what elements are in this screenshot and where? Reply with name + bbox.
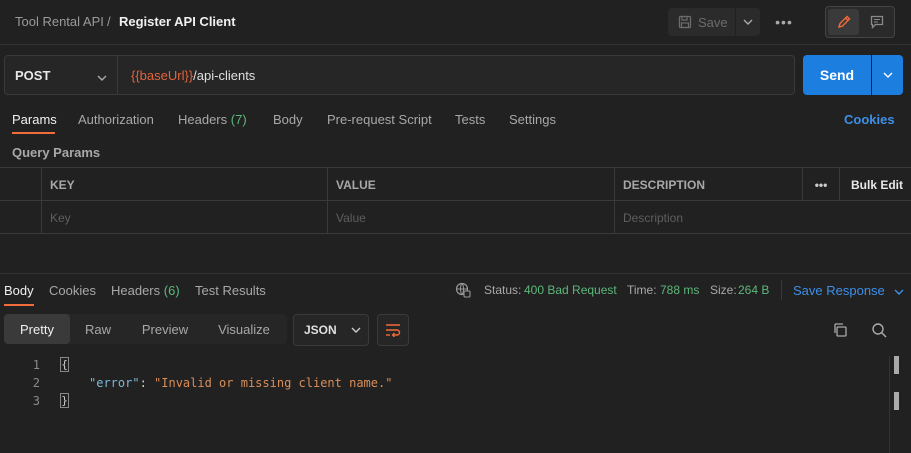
value-input[interactable]: Value <box>327 201 614 234</box>
table-row: Key Value Description <box>0 201 911 234</box>
tab-headers[interactable]: Headers (7) <box>178 112 247 127</box>
json-colon: : <box>139 376 155 390</box>
active-tab-indicator <box>12 132 55 134</box>
url-path: /api-clients <box>193 67 256 83</box>
save-icon <box>678 15 692 29</box>
line-number: 2 <box>32 376 40 390</box>
tab-test-results[interactable]: Test Results <box>195 283 266 298</box>
code-line: "error": "Invalid or missing client name… <box>89 376 392 390</box>
wrap-lines-icon <box>386 324 401 337</box>
method-value: POST <box>15 67 51 83</box>
line-number: 1 <box>32 358 40 372</box>
save-response-button[interactable]: Save Response <box>793 283 904 298</box>
wrap-lines-button[interactable] <box>377 314 409 346</box>
chevron-down-icon <box>97 69 107 84</box>
chevron-down-icon <box>894 289 904 295</box>
status-value[interactable]: 400 Bad Request <box>524 283 617 297</box>
url-input[interactable]: {{baseUrl}}/api-clients <box>118 55 795 95</box>
request-tabs: Params Authorization Headers (7) Body Pr… <box>0 105 911 135</box>
body-view-tabs: Pretty Raw Preview Visualize <box>4 314 287 344</box>
checkbox-column-header <box>0 168 41 201</box>
json-value: "Invalid or missing client name." <box>154 376 393 390</box>
size-label: Size: <box>710 283 737 297</box>
response-headers-count: (6) <box>163 283 180 298</box>
key-input[interactable]: Key <box>41 201 327 234</box>
status-label: Status: <box>484 283 522 297</box>
send-options-button[interactable] <box>872 55 903 95</box>
view-preview[interactable]: Preview <box>130 314 200 344</box>
view-visualize[interactable]: Visualize <box>204 314 284 344</box>
language-value: JSON <box>304 323 337 337</box>
breadcrumb-collection[interactable]: Tool Rental API <box>15 14 104 29</box>
cookies-link[interactable]: Cookies <box>844 112 895 127</box>
pencil-icon <box>837 15 850 29</box>
save-response-label: Save Response <box>793 283 885 298</box>
save-label: Save <box>698 14 728 30</box>
url-variable: {{baseUrl}} <box>131 67 194 83</box>
tab-authorization[interactable]: Authorization <box>78 112 154 127</box>
view-pretty[interactable]: Pretty <box>4 314 70 344</box>
chevron-down-icon <box>883 72 892 78</box>
chevron-down-icon <box>743 19 753 25</box>
tab-response-headers[interactable]: Headers (6) <box>111 283 180 298</box>
network-icon[interactable] <box>455 282 471 301</box>
time-label: Time: <box>627 283 657 297</box>
more-actions-button[interactable]: ••• <box>770 8 798 36</box>
view-raw[interactable]: Raw <box>72 314 124 344</box>
chevron-down-icon <box>351 327 361 333</box>
line-number: 3 <box>32 394 40 408</box>
json-key: "error" <box>89 376 140 390</box>
brace-open: { <box>60 357 69 372</box>
edit-mode-button[interactable] <box>828 9 859 35</box>
tab-response-body[interactable]: Body <box>4 283 34 298</box>
request-title[interactable]: Register API Client <box>119 14 236 29</box>
brace-close: } <box>60 393 69 408</box>
save-button[interactable]: Save <box>668 8 735 36</box>
send-button[interactable]: Send <box>803 55 871 95</box>
request-header: Tool Rental API / Register API Client Sa… <box>0 0 911 45</box>
language-select[interactable]: JSON <box>293 314 369 346</box>
row-checkbox-cell <box>0 201 41 234</box>
tab-response-cookies[interactable]: Cookies <box>49 283 96 298</box>
search-button[interactable] <box>869 320 889 340</box>
response-body-editor[interactable]: 1 { 2 "error": "Invalid or missing clien… <box>0 356 911 453</box>
column-value: VALUE <box>327 168 614 201</box>
comment-icon <box>870 15 883 29</box>
time-value[interactable]: 788 ms <box>660 283 699 297</box>
copy-button[interactable] <box>830 320 850 340</box>
query-params-title: Query Params <box>12 145 101 160</box>
column-description: DESCRIPTION <box>614 168 802 201</box>
headers-count: (7) <box>230 112 247 127</box>
query-params-table: KEY VALUE DESCRIPTION ••• Bulk Edit Key … <box>0 167 911 234</box>
tab-response-headers-label: Headers <box>111 283 161 298</box>
scrollbar-marker[interactable] <box>894 356 899 374</box>
tab-body[interactable]: Body <box>273 112 303 127</box>
active-tab-indicator <box>4 304 34 306</box>
tab-settings[interactable]: Settings <box>509 112 556 127</box>
tab-params[interactable]: Params <box>12 112 57 127</box>
response-divider[interactable] <box>0 273 911 274</box>
description-input[interactable]: Description <box>614 201 911 234</box>
editor-gutter-divider <box>889 356 890 453</box>
column-key: KEY <box>41 168 327 201</box>
tab-pre-request-script[interactable]: Pre-request Script <box>327 112 432 127</box>
breadcrumb-separator: / <box>107 14 111 29</box>
copy-icon <box>834 323 847 337</box>
column-options-button[interactable]: ••• <box>802 168 839 201</box>
size-value[interactable]: 264 B <box>738 283 769 297</box>
method-select[interactable]: POST <box>4 55 118 95</box>
bulk-edit-button[interactable]: Bulk Edit <box>839 168 911 201</box>
tab-headers-label: Headers <box>178 112 228 127</box>
comments-button[interactable] <box>861 9 892 35</box>
table-header-row: KEY VALUE DESCRIPTION ••• Bulk Edit <box>0 168 911 201</box>
scrollbar-marker[interactable] <box>894 392 899 410</box>
divider <box>781 280 782 300</box>
tab-tests[interactable]: Tests <box>455 112 485 127</box>
save-options-button[interactable] <box>736 8 760 36</box>
search-icon <box>872 323 887 338</box>
